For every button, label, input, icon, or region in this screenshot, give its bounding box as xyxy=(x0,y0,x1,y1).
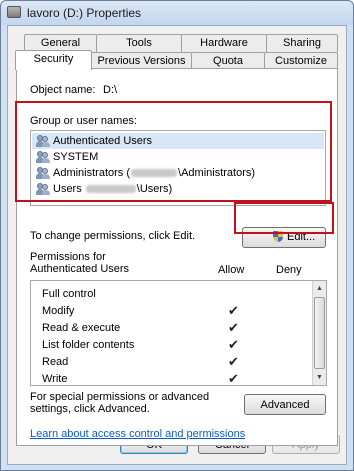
allow-check-icon: ✔ xyxy=(228,304,239,319)
users-icon xyxy=(36,135,50,147)
list-item-authenticated-users[interactable]: Authenticated Users xyxy=(32,133,324,149)
object-name-value: D:\ xyxy=(103,84,118,96)
allow-check-icon: ✔ xyxy=(228,321,239,336)
user-label: SYSTEM xyxy=(53,151,99,163)
user-label: Authenticated Users xyxy=(53,135,153,147)
permission-name: Full control xyxy=(42,288,96,300)
permission-row-read: Read ✔ xyxy=(31,354,313,371)
permissions-for-label: Permissions for Authenticated Users xyxy=(30,251,130,275)
dialog-client-area: General Tools Hardware Sharing Security … xyxy=(7,25,347,465)
permissions-listbox[interactable]: Full control Modify ✔ Read & execute ✔ L… xyxy=(30,280,327,386)
users-icon xyxy=(36,151,50,163)
redacted-text xyxy=(131,169,178,178)
title-bar[interactable]: lavoro (D:) Properties xyxy=(1,1,353,25)
user-label: Administrators ( \Administrators) xyxy=(53,165,255,181)
permission-row-modify: Modify ✔ xyxy=(31,303,313,320)
user-label-suffix: \Administrators) xyxy=(178,167,256,179)
allow-check-icon: ✔ xyxy=(228,338,239,353)
deny-column-header: Deny xyxy=(276,264,302,276)
permission-name: Read xyxy=(42,356,69,368)
scroll-thumb[interactable] xyxy=(314,297,325,369)
learn-more-link[interactable]: Learn about access control and permissio… xyxy=(30,428,245,440)
list-item-users[interactable]: Users \Users) xyxy=(32,181,324,197)
properties-window: lavoro (D:) Properties General Tools Har… xyxy=(0,0,354,471)
edit-button[interactable]: Edit... xyxy=(242,227,326,248)
permissions-scrollbar[interactable]: ▲ ▼ xyxy=(312,281,326,385)
object-name-label: Object name: xyxy=(30,84,96,96)
special-permissions-text: For special permissions or advanced sett… xyxy=(30,391,210,415)
users-icon xyxy=(36,183,50,195)
tab-tools[interactable]: Tools xyxy=(96,34,182,52)
permission-name: Read & execute xyxy=(42,322,121,334)
allow-column-header: Allow xyxy=(218,264,245,276)
permission-name: Modify xyxy=(42,305,75,317)
permission-name: Write xyxy=(42,373,68,385)
tab-hardware[interactable]: Hardware xyxy=(181,34,267,52)
permission-row-list-folder-contents: List folder contents ✔ xyxy=(31,337,313,354)
user-label-prefix: Administrators ( xyxy=(53,167,131,179)
list-item-administrators[interactable]: Administrators ( \Administrators) xyxy=(32,165,324,181)
group-names-label: Group or user names: xyxy=(30,115,137,127)
redacted-text xyxy=(85,185,136,194)
user-label: Users \Users) xyxy=(53,181,172,197)
change-permissions-text: To change permissions, click Edit. xyxy=(30,230,196,242)
permission-name: List folder contents xyxy=(42,339,135,351)
user-label-prefix: Users xyxy=(53,183,85,195)
users-icon xyxy=(36,167,50,179)
advanced-button[interactable]: Advanced xyxy=(244,394,326,415)
scroll-up-arrow-icon[interactable]: ▲ xyxy=(315,284,324,293)
list-item-system[interactable]: SYSTEM xyxy=(32,149,324,165)
scroll-down-arrow-icon[interactable]: ▼ xyxy=(315,373,324,382)
drive-icon xyxy=(7,6,21,18)
window-title: lavoro (D:) Properties xyxy=(27,6,142,20)
edit-button-label: Edit... xyxy=(287,231,316,243)
security-tab-panel: Object name: D:\ Group or user names: Au… xyxy=(16,68,338,446)
allow-check-icon: ✔ xyxy=(228,372,239,386)
tab-sharing[interactable]: Sharing xyxy=(266,34,338,52)
allow-check-icon: ✔ xyxy=(228,355,239,370)
permission-row-read-execute: Read & execute ✔ xyxy=(31,320,313,337)
uac-shield-icon xyxy=(273,231,284,243)
permission-row-write: Write ✔ xyxy=(31,371,313,386)
user-label-suffix: \Users) xyxy=(136,183,173,195)
tab-security[interactable]: Security xyxy=(15,50,92,70)
permission-row-full-control: Full control xyxy=(31,286,313,303)
users-listbox[interactable]: Authenticated Users SYSTEM Administrator… xyxy=(30,130,326,206)
